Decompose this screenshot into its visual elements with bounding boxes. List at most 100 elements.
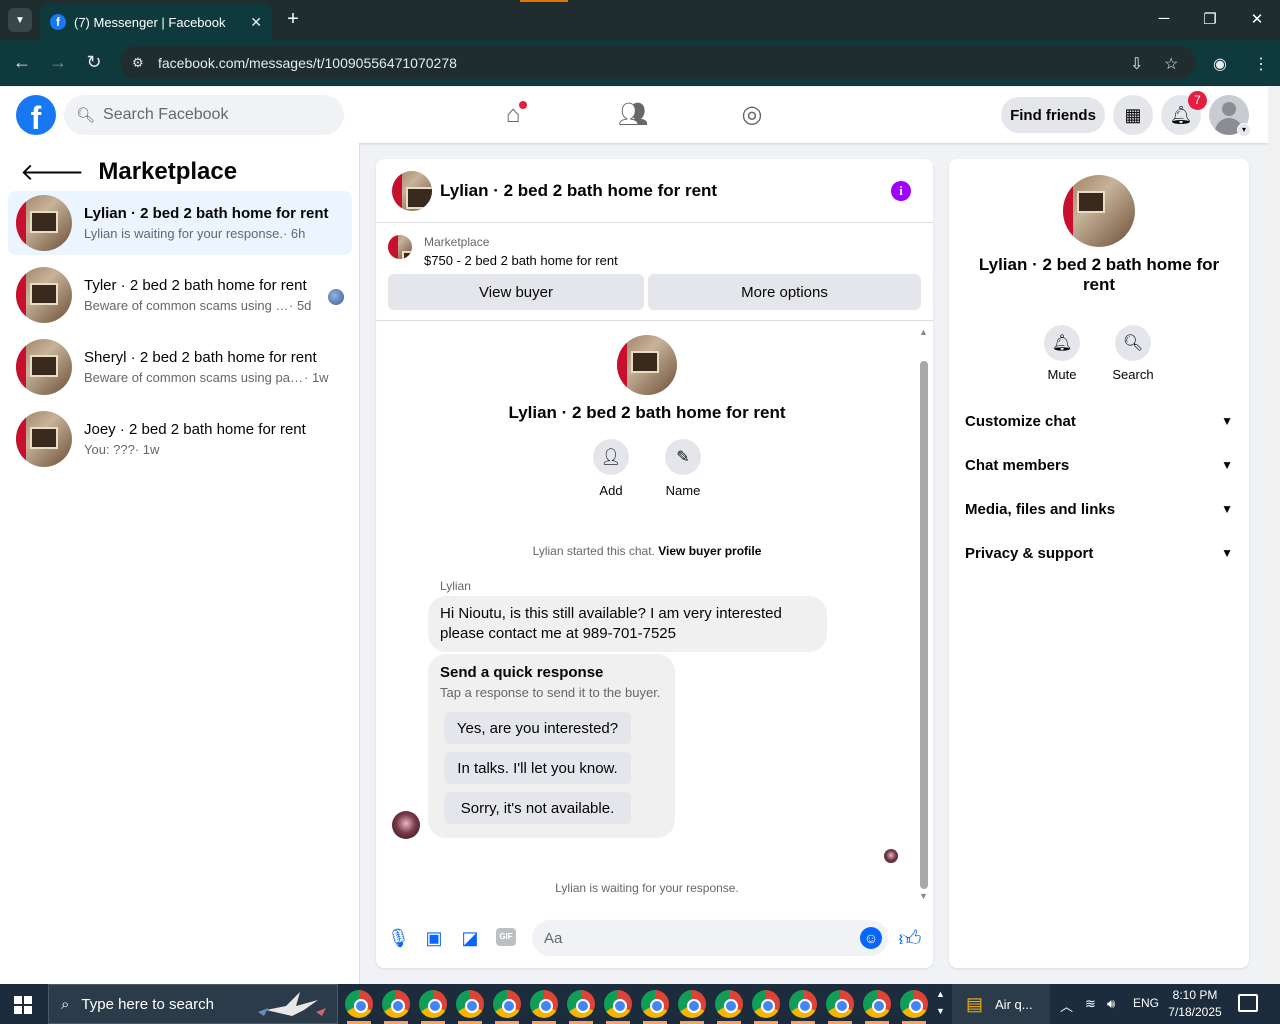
back-arrow-icon[interactable]: 🡐 (20, 157, 84, 187)
view-buyer-profile-link[interactable]: View buyer profile (658, 544, 761, 558)
listing-summary[interactable]: Marketplace $750 - 2 bed 2 bath home for… (388, 235, 618, 268)
message-input[interactable] (532, 920, 888, 956)
quick-response-button[interactable]: Sorry, it's not available. (444, 792, 631, 824)
groups-icon[interactable]: ◎ (736, 99, 768, 131)
home-icon[interactable]: ⌂ (497, 99, 529, 131)
conversation-item[interactable]: Sheryl · 2 bed 2 bath home for rent Bewa… (8, 335, 352, 399)
chrome-app-icon[interactable] (641, 990, 669, 1018)
chrome-app-icon[interactable] (604, 990, 632, 1018)
chrome-app-icon[interactable] (419, 990, 447, 1018)
chrome-app-icon[interactable] (493, 990, 521, 1018)
conversation-name: Tyler · 2 bed 2 bath home for rent (84, 277, 307, 294)
friends-icon[interactable]: 👥︎ (617, 99, 649, 131)
chrome-app-icon[interactable] (826, 990, 854, 1018)
view-buyer-button[interactable]: View buyer (388, 274, 644, 310)
chevron-down-icon: ▼ (1221, 546, 1233, 560)
weather-icon: ▤ (966, 993, 984, 1014)
notification-center-icon[interactable] (1238, 994, 1258, 1012)
facebook-logo[interactable]: f (16, 95, 56, 135)
chrome-app-icon[interactable] (752, 990, 780, 1018)
emoji-icon[interactable]: ☺ (860, 927, 882, 949)
site-info-icon[interactable]: ⚙ (132, 55, 156, 71)
taskbar-clock[interactable]: 8:10 PM 7/18/2025 (1160, 987, 1230, 1021)
taskbar-search-placeholder: Type here to search (81, 995, 214, 1013)
search-icon: 🔍︎ (76, 107, 96, 124)
conversation-item[interactable]: Tyler · 2 bed 2 bath home for rent Bewar… (8, 263, 352, 327)
close-tab-icon[interactable]: ✕ (250, 14, 262, 31)
taskbar-scroll-arrows[interactable]: ▲ ▼ (936, 986, 945, 1020)
info-icon[interactable]: i (891, 181, 911, 201)
conversation-item[interactable]: Lylian · 2 bed 2 bath home for rent Lyli… (8, 191, 352, 255)
chrome-app-icon[interactable] (863, 990, 891, 1018)
conversation-name: Joey · 2 bed 2 bath home for rent (84, 421, 306, 438)
sticker-icon[interactable]: ◪ (459, 927, 481, 949)
facebook-search[interactable]: 🔍︎ (64, 95, 344, 135)
sender-name: Lylian (440, 579, 471, 593)
privacy-support-section[interactable]: Privacy & support ▼ (957, 531, 1241, 575)
tab-list-button[interactable]: ▼ (8, 8, 32, 32)
volume-icon[interactable]: 🔊︎ (1107, 996, 1115, 1012)
close-window-button[interactable]: ✕ (1247, 10, 1267, 28)
url-text[interactable]: facebook.com/messages/t/1009055647107027… (158, 55, 457, 71)
minimize-button[interactable]: ─ (1154, 10, 1174, 27)
more-options-button[interactable]: More options (648, 274, 921, 310)
tab-title: (7) Messenger | Facebook (74, 14, 226, 30)
gif-icon[interactable]: GIF (496, 928, 516, 946)
find-friends-button[interactable]: Find friends (1001, 97, 1105, 133)
page-scrollbar[interactable] (1268, 87, 1280, 984)
chrome-app-icon[interactable] (715, 990, 743, 1018)
chrome-app-icon[interactable] (567, 990, 595, 1018)
back-button[interactable]: ← (11, 52, 33, 73)
menu-grid-icon[interactable]: ▦ (1113, 95, 1153, 135)
install-app-icon[interactable]: ⇩ (1130, 54, 1143, 74)
message-bubble[interactable]: Hi Nioutu, is this still available? I am… (428, 596, 827, 652)
chat-scrollbar[interactable]: ▲ ▼ (918, 327, 930, 901)
quick-response-button[interactable]: In talks. I'll let you know. (444, 752, 631, 784)
restore-button[interactable]: ❐ (1200, 10, 1220, 28)
new-tab-button[interactable]: + (282, 8, 304, 30)
bell-icon: 🔔︎ (1044, 325, 1080, 361)
add-people-button[interactable]: 👤︎ Add (591, 439, 631, 498)
section-label: Privacy & support (965, 544, 1094, 562)
chrome-app-icon[interactable] (345, 990, 373, 1018)
listing-thumbnail (16, 195, 72, 251)
customize-chat-section[interactable]: Customize chat ▼ (957, 399, 1241, 443)
chat-title[interactable]: Lylian · 2 bed 2 bath home for rent (440, 181, 717, 201)
chat-avatar[interactable] (392, 170, 432, 211)
account-chevron-down-icon[interactable]: ▾ (1237, 123, 1251, 137)
chrome-app-icon[interactable] (382, 990, 410, 1018)
photo-icon[interactable]: ▣ (423, 927, 445, 949)
profile-icon[interactable]: ◉ (1213, 54, 1227, 74)
facebook-search-input[interactable] (103, 106, 324, 124)
quick-response-button[interactable]: Yes, are you interested? (444, 712, 631, 744)
conversation-snippet: Lylian is waiting for your response. (84, 226, 283, 241)
conversation-item[interactable]: Joey · 2 bed 2 bath home for rent You: ?… (8, 407, 352, 471)
chrome-app-icon[interactable] (530, 990, 558, 1018)
chat-members-section[interactable]: Chat members ▼ (957, 443, 1241, 487)
bookmark-star-icon[interactable]: ☆ (1164, 54, 1178, 74)
chrome-app-icon[interactable] (456, 990, 484, 1018)
chrome-app-icon[interactable] (789, 990, 817, 1018)
forward-button[interactable]: → (47, 52, 69, 73)
name-chat-button[interactable]: ✎ Name (663, 439, 703, 498)
chevron-up-icon[interactable]: ︿ (1060, 996, 1073, 1015)
browser-menu-icon[interactable]: ⋮ (1253, 54, 1269, 74)
system-message: Lylian started this chat. View buyer pro… (376, 544, 918, 558)
chrome-app-icon[interactable] (900, 990, 928, 1018)
microphone-icon[interactable]: 🎙︎ (387, 927, 410, 949)
url-bar[interactable]: ⚙ facebook.com/messages/t/10090556471070… (120, 46, 1196, 79)
browser-tab[interactable]: f (7) Messenger | Facebook ✕ (40, 4, 272, 40)
notifications-bell-icon[interactable]: 🔔︎ 7 (1161, 91, 1207, 135)
reload-button[interactable]: ↻ (83, 52, 105, 73)
thumbs-up-icon[interactable]: 👍︎ (896, 925, 924, 953)
wifi-icon[interactable]: ≋ (1085, 996, 1096, 1012)
conversation-name: Lylian · 2 bed 2 bath home for rent (84, 205, 329, 222)
media-files-links-section[interactable]: Media, files and links ▼ (957, 487, 1241, 531)
section-label: Chat members (965, 456, 1070, 474)
windows-start-icon[interactable] (14, 996, 32, 1014)
language-indicator[interactable]: ENG (1133, 996, 1159, 1010)
chrome-app-icon[interactable] (678, 990, 706, 1018)
weather-widget[interactable]: ▤ Air q... (952, 984, 1050, 1024)
search-conversation-button[interactable]: 🔍︎ Search (1103, 325, 1163, 382)
mute-button[interactable]: 🔔︎ Mute (1032, 325, 1092, 382)
